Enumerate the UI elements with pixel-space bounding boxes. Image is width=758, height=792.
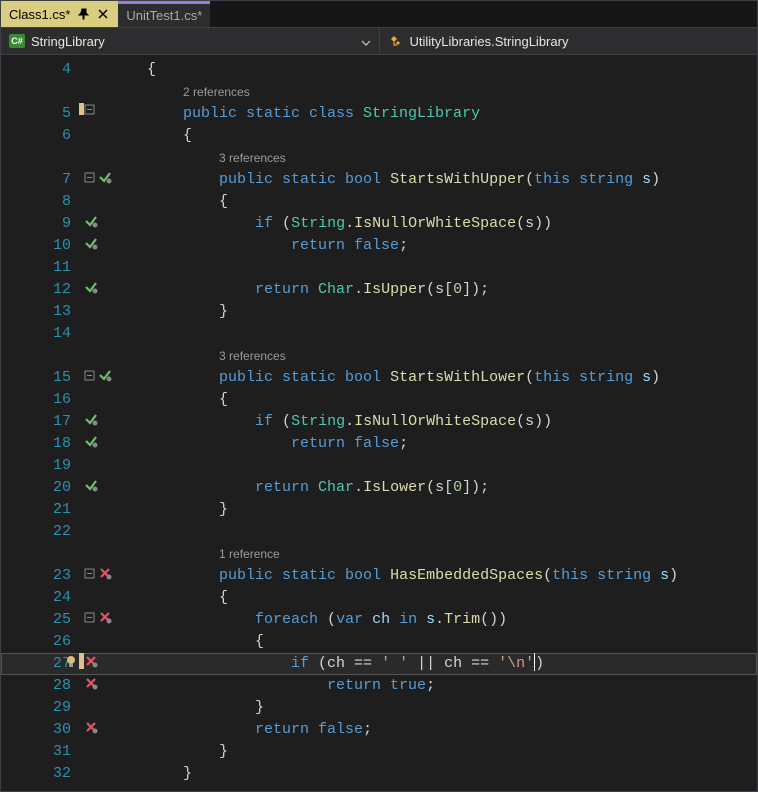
code-line[interactable]: 19: [1, 455, 757, 477]
code-line[interactable]: 20 return Char.IsLower(s[0]);: [1, 477, 757, 499]
fold-toggle[interactable]: [83, 369, 95, 381]
test-pass-icon[interactable]: [83, 411, 99, 427]
close-icon[interactable]: [96, 7, 110, 21]
class-icon: [388, 33, 404, 49]
code-line[interactable]: 22: [1, 521, 757, 543]
reference-count[interactable]: 2 references: [183, 85, 250, 99]
code-line[interactable]: 25 foreach (var ch in s.Trim()): [1, 609, 757, 631]
test-pass-icon[interactable]: [83, 213, 99, 229]
line-number: 4: [1, 59, 83, 81]
navigation-bar: C# StringLibrary UtilityLibraries.String…: [1, 27, 757, 55]
fold-toggle[interactable]: [83, 567, 95, 579]
code-line[interactable]: 6 {: [1, 125, 757, 147]
code-line[interactable]: 9 if (String.IsNullOrWhiteSpace(s)): [1, 213, 757, 235]
csharp-icon: C#: [9, 34, 25, 48]
code-line[interactable]: 8 {: [1, 191, 757, 213]
code-line[interactable]: 13 }: [1, 301, 757, 323]
tab-unittest1[interactable]: UnitTest1.cs*: [118, 1, 210, 27]
code-line[interactable]: 30 return false;: [1, 719, 757, 741]
test-pass-icon[interactable]: [97, 367, 113, 383]
tab-class1[interactable]: Class1.cs*: [1, 1, 118, 27]
tab-label: Class1.cs*: [9, 7, 70, 22]
test-pass-icon[interactable]: [83, 477, 99, 493]
tab-strip: Class1.cs* UnitTest1.cs*: [1, 1, 757, 27]
class-dropdown[interactable]: UtilityLibraries.StringLibrary: [380, 28, 758, 54]
code-line[interactable]: 29 }: [1, 697, 757, 719]
code-line[interactable]: 16 {: [1, 389, 757, 411]
test-fail-icon[interactable]: [83, 653, 99, 669]
test-pass-icon[interactable]: [83, 279, 99, 295]
fold-toggle[interactable]: [83, 171, 95, 183]
fold-toggle[interactable]: [83, 611, 95, 623]
code-editor[interactable]: 4 { 2 references 5 public static class S…: [1, 55, 757, 791]
code-line[interactable]: 23 public static bool HasEmbeddedSpaces(…: [1, 565, 757, 587]
project-name: StringLibrary: [31, 34, 105, 49]
test-fail-icon[interactable]: [83, 719, 99, 735]
fold-toggle[interactable]: [83, 103, 95, 115]
test-fail-icon[interactable]: [97, 609, 113, 625]
change-indicator: [79, 103, 84, 115]
codelens[interactable]: 2 references: [1, 81, 757, 103]
code-line[interactable]: 15 public static bool StartsWithLower(th…: [1, 367, 757, 389]
code-line[interactable]: 4 {: [1, 59, 757, 81]
change-indicator: [79, 653, 84, 669]
test-fail-icon[interactable]: [83, 675, 99, 691]
code-line[interactable]: 14: [1, 323, 757, 345]
class-name: UtilityLibraries.StringLibrary: [410, 34, 569, 49]
code-line[interactable]: 26 {: [1, 631, 757, 653]
code-line[interactable]: 10 return false;: [1, 235, 757, 257]
code-line[interactable]: 11: [1, 257, 757, 279]
code-line-current[interactable]: 27 if (ch == ' ' || ch == '\n'): [1, 653, 757, 675]
chevron-down-icon: [361, 34, 371, 49]
code-line[interactable]: 31 }: [1, 741, 757, 763]
codelens[interactable]: 3 references: [1, 147, 757, 169]
test-pass-icon[interactable]: [83, 433, 99, 449]
code-line[interactable]: 32 }: [1, 763, 757, 785]
codelens[interactable]: 3 references: [1, 345, 757, 367]
code-line[interactable]: 21 }: [1, 499, 757, 521]
code-line[interactable]: 24 {: [1, 587, 757, 609]
code-line[interactable]: 28 return true;: [1, 675, 757, 697]
tab-label: UnitTest1.cs*: [126, 8, 202, 23]
lightbulb-icon[interactable]: [63, 653, 79, 669]
project-dropdown[interactable]: C# StringLibrary: [1, 28, 380, 54]
code-line[interactable]: 12 return Char.IsUpper(s[0]);: [1, 279, 757, 301]
test-pass-icon[interactable]: [97, 169, 113, 185]
code-line[interactable]: 7 public static bool StartsWithUpper(thi…: [1, 169, 757, 191]
test-pass-icon[interactable]: [83, 235, 99, 251]
code-line[interactable]: 18 return false;: [1, 433, 757, 455]
code-line[interactable]: 17 if (String.IsNullOrWhiteSpace(s)): [1, 411, 757, 433]
pin-icon[interactable]: [76, 7, 90, 21]
code-line[interactable]: 5 public static class StringLibrary: [1, 103, 757, 125]
codelens[interactable]: 1 reference: [1, 543, 757, 565]
test-fail-icon[interactable]: [97, 565, 113, 581]
